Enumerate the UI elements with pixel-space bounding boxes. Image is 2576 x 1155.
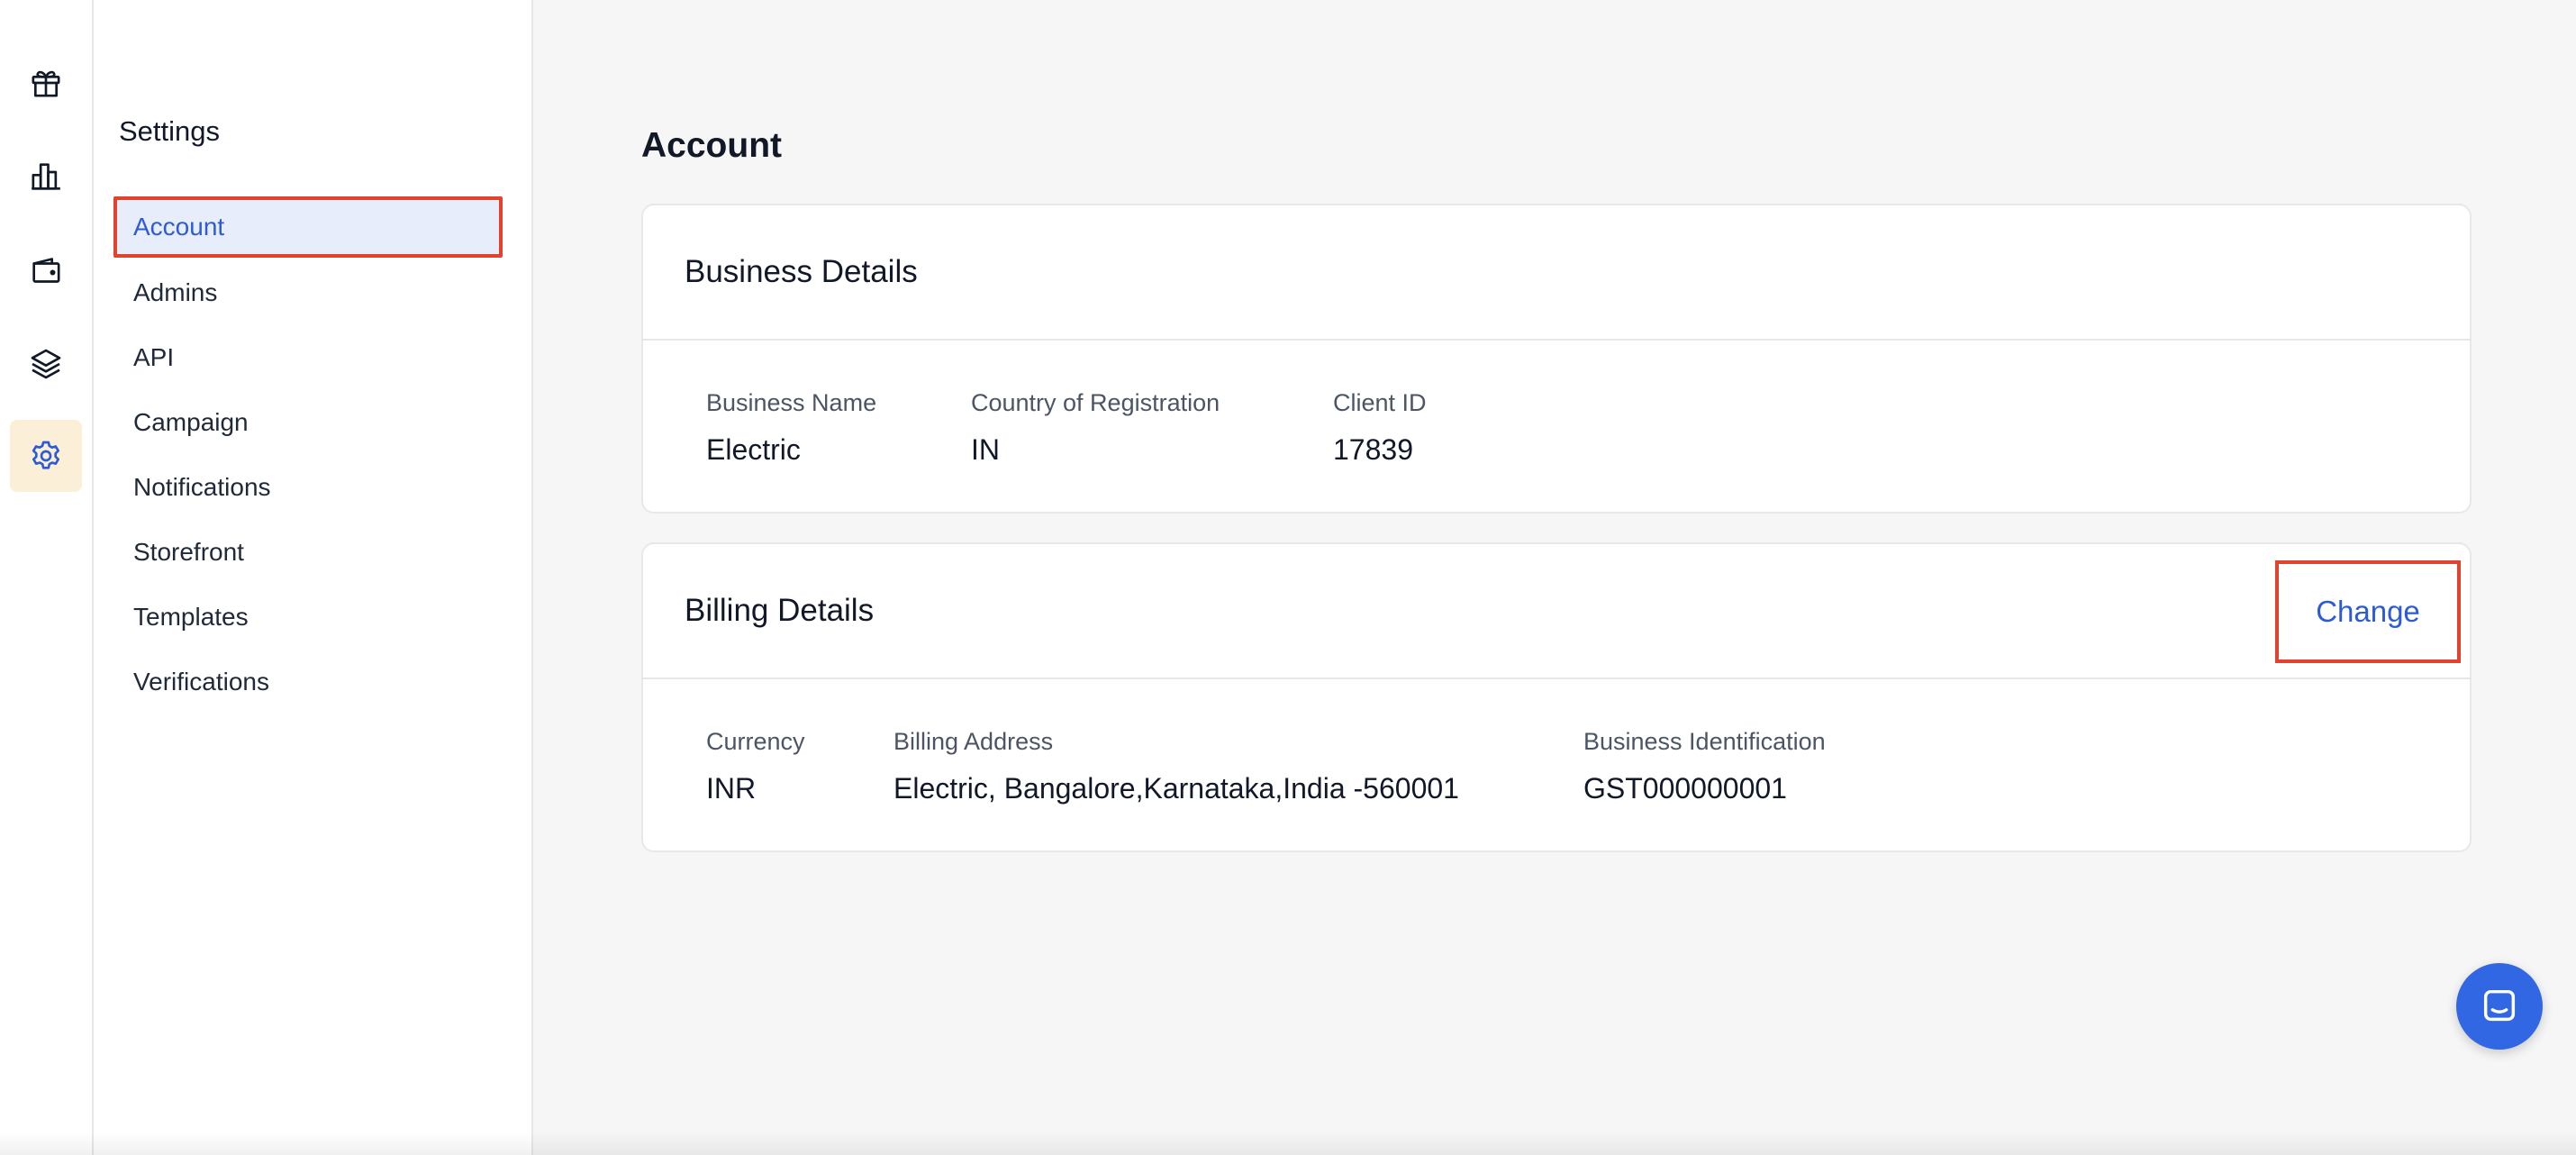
field-value: Electric xyxy=(706,433,801,466)
sidebar-item-storefront[interactable]: Storefront xyxy=(113,522,503,583)
billing-fields: Currency INR Billing Address Electric, B… xyxy=(643,679,2470,850)
change-billing-button[interactable]: Change xyxy=(2275,560,2461,663)
chat-icon xyxy=(2483,989,2516,1022)
bottom-edge-shadow xyxy=(0,1132,2576,1155)
field-billing-address: Billing Address Electric, Bangalore,Karn… xyxy=(893,728,1459,805)
sidebar-title: Settings xyxy=(119,115,221,147)
business-details-title: Business Details xyxy=(685,254,918,289)
wallet-icon xyxy=(32,258,60,283)
bar-chart-icon xyxy=(32,163,60,190)
field-value: INR xyxy=(706,772,757,805)
rail-item-layers[interactable] xyxy=(10,328,82,400)
rail-item-gift[interactable] xyxy=(10,47,82,119)
field-label: Client ID xyxy=(1333,389,1427,416)
chat-launcher-button[interactable] xyxy=(2456,963,2543,1050)
rail-item-wallet[interactable] xyxy=(10,234,82,306)
billing-details-card: Billing Details Change Currency INR Bill… xyxy=(641,542,2472,852)
page-title: Account xyxy=(641,126,782,165)
rail-item-settings[interactable] xyxy=(10,420,82,492)
sidebar-item-admins[interactable]: Admins xyxy=(113,262,503,323)
main-content: Account Business Details Business Name E… xyxy=(533,0,2576,1155)
field-value: GST000000001 xyxy=(1583,772,1787,805)
field-label: Country of Registration xyxy=(971,389,1220,416)
field-value: Electric, Bangalore,Karnataka,India -560… xyxy=(893,772,1459,805)
settings-sidebar: Settings Account Admins API Campaign Not… xyxy=(94,0,533,1155)
business-details-card: Business Details Business Name Electric … xyxy=(641,204,2472,514)
card-header: Business Details xyxy=(643,205,2470,341)
field-client-id: Client ID 17839 xyxy=(1333,389,1427,467)
field-country-of-registration: Country of Registration IN xyxy=(971,389,1220,467)
card-header: Billing Details Change xyxy=(643,544,2470,679)
sidebar-item-api[interactable]: API xyxy=(113,327,503,388)
field-business-name: Business Name Electric xyxy=(706,389,876,467)
field-value: IN xyxy=(971,433,1000,466)
rail-item-analytics[interactable] xyxy=(10,141,82,213)
field-label: Currency xyxy=(706,728,805,755)
field-label: Business Name xyxy=(706,389,877,416)
gift-icon xyxy=(32,70,60,97)
sidebar-item-verifications[interactable]: Verifications xyxy=(113,651,503,713)
gear-icon xyxy=(32,441,59,469)
billing-details-title: Billing Details xyxy=(685,593,875,628)
sidebar-item-templates[interactable]: Templates xyxy=(113,587,503,648)
icon-rail xyxy=(0,0,94,1155)
app: Settings Account Admins API Campaign Not… xyxy=(0,0,2576,1155)
business-fields: Business Name Electric Country of Regist… xyxy=(643,341,2470,512)
field-business-identification: Business Identification GST000000001 xyxy=(1583,728,1826,805)
field-label: Business Identification xyxy=(1583,728,1826,755)
field-value: 17839 xyxy=(1333,433,1413,466)
sidebar-item-account[interactable]: Account xyxy=(113,196,503,258)
field-currency: Currency INR xyxy=(706,728,805,805)
sidebar-item-notifications[interactable]: Notifications xyxy=(113,457,503,518)
layers-icon xyxy=(31,349,61,379)
sidebar-item-campaign[interactable]: Campaign xyxy=(113,392,503,453)
field-label: Billing Address xyxy=(893,728,1054,755)
